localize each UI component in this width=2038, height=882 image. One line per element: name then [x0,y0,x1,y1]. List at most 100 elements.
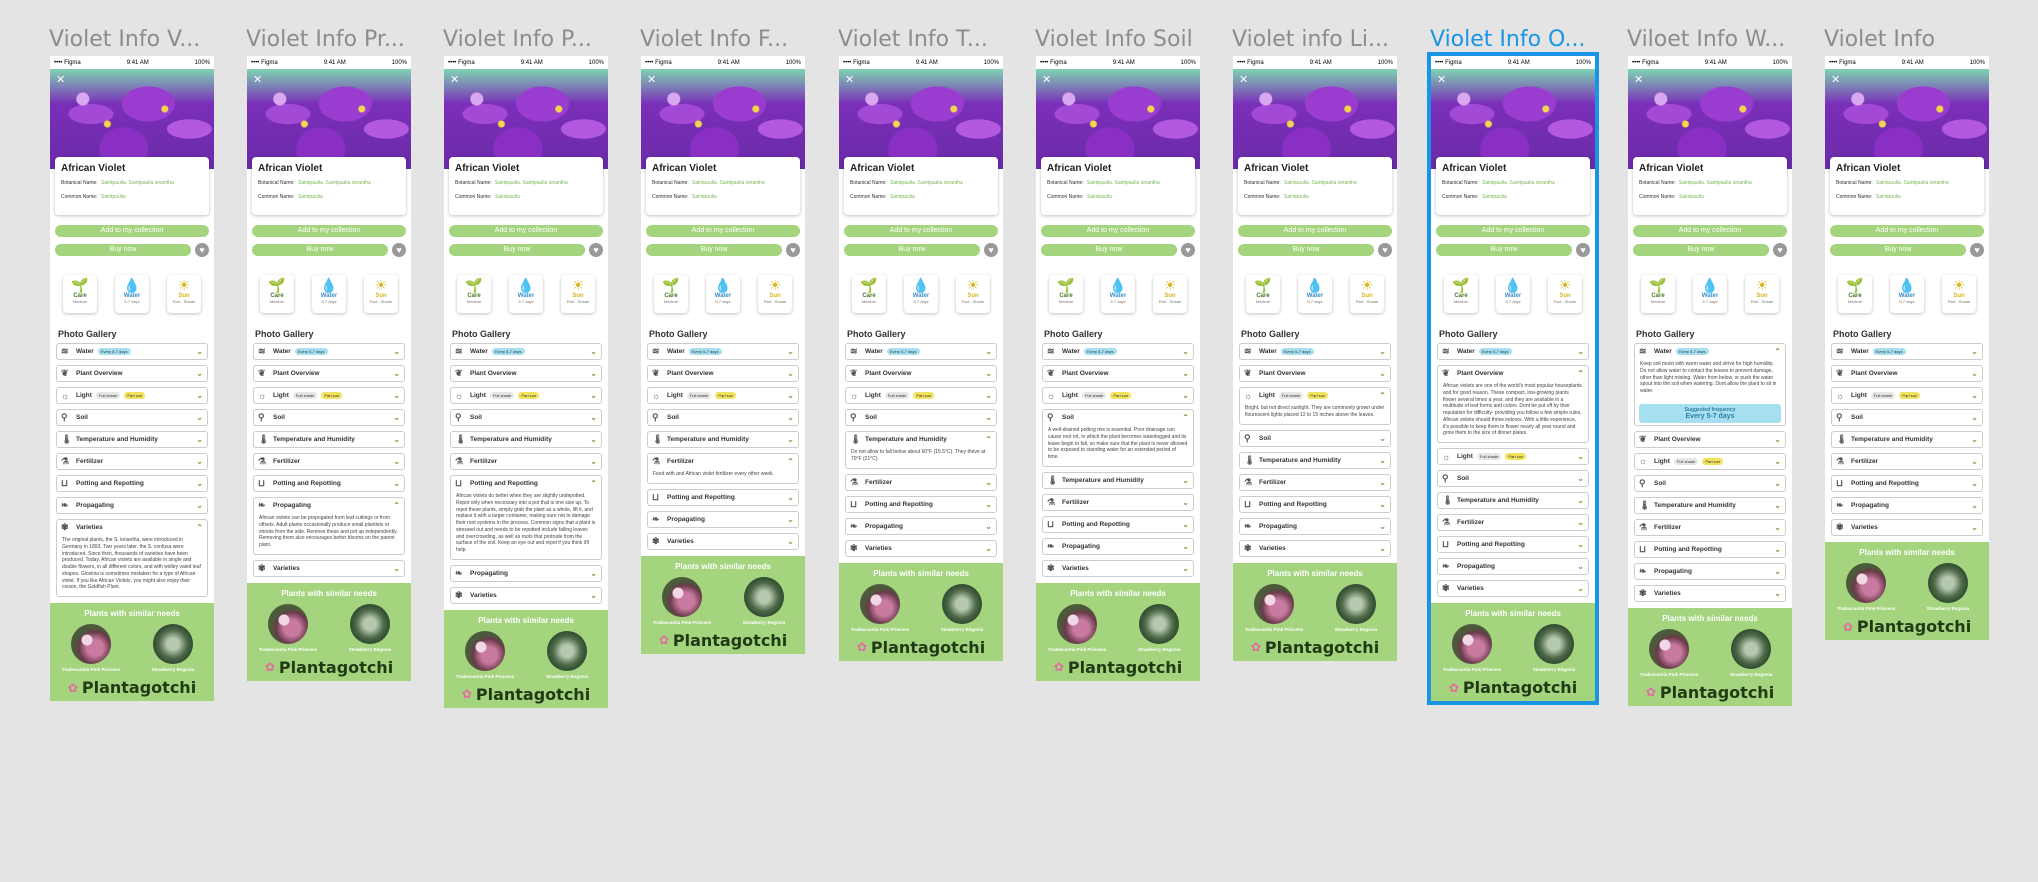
accordion-prop[interactable]: ❧ Propagating ⌄ [56,497,208,514]
add-to-collection-button[interactable]: Add to my collection [55,225,209,237]
chevron-down-icon[interactable]: ⌄ [590,457,597,466]
care-tile-care[interactable]: 🌱 Care Medium [260,275,294,313]
chevron-down-icon[interactable]: ⌄ [1182,498,1189,507]
artboard[interactable]: Violet Info P... •••• Figma 9:41 AM 100% ✕ Af… [443,26,608,708]
close-icon[interactable]: ✕ [1634,73,1643,86]
accordion-header[interactable]: ⚲ Soil ⌄ [1240,431,1390,446]
accordion-header[interactable]: ✾ Varieties ⌄ [1043,561,1193,576]
accordion-temp[interactable]: 🌡 Temperature and Humidity ⌄ [1634,496,1786,514]
accordion-header[interactable]: 🌡 Temperature and Humidity ⌄ [1043,473,1193,488]
chevron-down-icon[interactable]: ⌄ [196,501,203,510]
accordion-header[interactable]: ⚗ Fertilizer ⌄ [846,475,996,490]
similar-plant-card[interactable]: Tradescantia Pink Princess [652,576,712,625]
accordion-var[interactable]: ✾ Varieties ⌄ [845,539,997,557]
accordion-var[interactable]: ✾ Varieties ⌄ [1437,580,1589,597]
chevron-down-icon[interactable]: ⌄ [1971,347,1978,356]
add-to-collection-button[interactable]: Add to my collection [1436,225,1590,237]
care-tile-care[interactable]: 🌱 Care Medium [1246,275,1280,313]
accordion-light[interactable]: ☼ Light Full shade Part sun ⌄ [253,387,405,404]
accordion-header[interactable]: 🌡 Temperature and Humidity ⌄ [648,432,798,447]
chevron-down-icon[interactable]: ⌄ [1182,520,1189,529]
care-tile-sun[interactable]: ☀ Sun Part - Shade [1548,275,1582,313]
accordion-pot[interactable]: ⊔ Potting and Repotting ⌄ [253,475,405,492]
chevron-up-icon[interactable]: ⌃ [590,479,597,488]
accordion-header[interactable]: 🌡 Temperature and Humidity ⌄ [1832,432,1982,447]
heart-icon[interactable]: ♥ [1970,243,1984,257]
chevron-down-icon[interactable]: ⌄ [1379,369,1386,378]
care-tile-care[interactable]: 🌱 Care Medium [1444,275,1478,313]
accordion-header[interactable]: ≋ Water Every 5-7 days ⌄ [846,344,996,359]
care-tile-care[interactable]: 🌱 Care Medium [1049,275,1083,313]
accordion-header[interactable]: ❦ Plant Overview ⌄ [1043,366,1193,381]
accordion-header[interactable]: ≋ Water Every 5-7 days ⌄ [57,344,207,359]
artboard[interactable]: Violet Info Soil •••• Figma 9:41 AM 100% ✕ Af… [1035,26,1200,681]
chevron-down-icon[interactable]: ⌄ [393,391,400,400]
care-tile-water[interactable]: 💧 Water 5-7 days [1890,275,1924,313]
accordion-header[interactable]: ⚗ Fertilizer ⌄ [1240,475,1390,490]
artboard[interactable]: Violet Info O... •••• Figma 9:41 AM 100% ✕ Af… [1427,26,1599,705]
accordion-prop[interactable]: ❧ Propagating ⌄ [1634,562,1786,580]
accordion-header[interactable]: ❦ Plant Overview ⌄ [648,366,798,381]
accordion-light[interactable]: ☼ Light Full shade Part sun ⌄ [1831,387,1983,404]
accordion-fert[interactable]: ⚗ Fertilizer ⌄ [845,473,997,491]
photo-gallery-link[interactable]: Photo Gallery [1439,329,1595,339]
artboard[interactable]: Viloet Info W... •••• Figma 9:41 AM 100% ✕ Af… [1627,26,1792,706]
accordion-header[interactable]: ⚗ Fertilizer ⌄ [451,454,601,469]
accordion-prop[interactable]: ❧ Propagating ⌄ [1239,517,1391,535]
buy-now-button[interactable]: Buy now [449,244,585,256]
accordion-water[interactable]: ≋ Water Every 5-7 days ⌄ [845,343,997,360]
add-to-collection-button[interactable]: Add to my collection [844,225,998,237]
artboard-title[interactable]: Violet info Li... [1232,26,1407,54]
buy-now-button[interactable]: Buy now [844,244,980,256]
artboard[interactable]: Violet Info V... •••• Figma 9:41 AM 100% ✕ Af… [49,26,214,701]
buy-now-button[interactable]: Buy now [252,244,388,256]
accordion-overview[interactable]: ❦ Plant Overview ⌄ [56,365,208,382]
accordion-var[interactable]: ✾ Varieties ⌄ [1831,519,1983,536]
similar-plant-card[interactable]: Strawberry Begonia [340,603,400,652]
accordion-pot[interactable]: ⊔ Potting and Repotting ⌄ [1831,475,1983,492]
accordion-soil[interactable]: ⚲ Soil ⌄ [1437,470,1589,487]
care-tile-care[interactable]: 🌱 Care Medium [63,275,97,313]
care-tile-care[interactable]: 🌱 Care Medium [457,275,491,313]
accordion-prop[interactable]: ❧ Propagating ⌃ African violets can be prop… [253,497,405,555]
accordion-header[interactable]: ⊔ Potting and Repotting ⌄ [1240,497,1390,512]
accordion-water[interactable]: ≋ Water Every 5-7 days ⌄ [1042,343,1194,360]
care-tile-water[interactable]: 💧 Water 5-7 days [904,275,938,313]
accordion-header[interactable]: ⊔ Potting and Repotting ⌄ [254,476,404,491]
accordion-fert[interactable]: ⚗ Fertilizer ⌄ [1239,473,1391,491]
chevron-down-icon[interactable]: ⌄ [1774,567,1781,576]
chevron-up-icon[interactable]: ⌃ [787,457,794,466]
artboard-title[interactable]: Violet Info Soil [1035,26,1210,54]
chevron-down-icon[interactable]: ⌄ [393,347,400,356]
chevron-up-icon[interactable]: ⌃ [393,501,400,510]
accordion-header[interactable]: ≋ Water Every 5-7 days ⌄ [254,344,404,359]
similar-plant-card[interactable]: Tradescantia Pink Princess [850,583,910,632]
close-icon[interactable]: ✕ [56,73,65,86]
accordion-header[interactable]: ✾ Varieties ⌃ [57,520,207,535]
close-icon[interactable]: ✕ [1831,73,1840,86]
care-tile-care[interactable]: 🌱 Care Medium [1838,275,1872,313]
accordion-header[interactable]: ≋ Water Every 5-7 days ⌃ [1635,344,1785,359]
chevron-down-icon[interactable]: ⌄ [1182,564,1189,573]
accordion-water[interactable]: ≋ Water Every 5-7 days ⌄ [56,343,208,360]
chevron-down-icon[interactable]: ⌄ [196,347,203,356]
accordion-header[interactable]: ✾ Varieties ⌄ [254,561,404,576]
accordion-pot[interactable]: ⊔ Potting and Repotting ⌄ [1437,536,1589,553]
chevron-down-icon[interactable]: ⌄ [787,435,794,444]
care-tile-care[interactable]: 🌱 Care Medium [654,275,688,313]
accordion-var[interactable]: ✾ Varieties ⌃ The original plants, the S. i… [56,519,208,597]
accordion-overview[interactable]: ❦ Plant Overview ⌄ [1239,365,1391,382]
accordion-soil[interactable]: ⚲ Soil ⌄ [845,409,997,426]
accordion-prop[interactable]: ❧ Propagating ⌄ [450,564,602,582]
care-tile-water[interactable]: 💧 Water 5-7 days [1298,275,1332,313]
care-tile-sun[interactable]: ☀ Sun Part - Shade [1942,275,1976,313]
artboard-title[interactable]: Violet Info T... [838,26,1013,54]
chevron-down-icon[interactable]: ⌄ [1577,518,1584,527]
chevron-down-icon[interactable]: ⌄ [196,413,203,422]
accordion-light[interactable]: ☼ Light Full shade Part sun ⌄ [647,387,799,404]
accordion-header[interactable]: ⚗ Fertilizer ⌄ [57,454,207,469]
accordion-light[interactable]: ☼ Light Full shade Part sun ⌄ [450,387,602,404]
accordion-prop[interactable]: ❧ Propagating ⌄ [845,517,997,535]
similar-plant-card[interactable]: Strawberry Begonia [143,624,203,672]
accordion-header[interactable]: ☼ Light Full shade Part sun ⌄ [254,388,404,403]
